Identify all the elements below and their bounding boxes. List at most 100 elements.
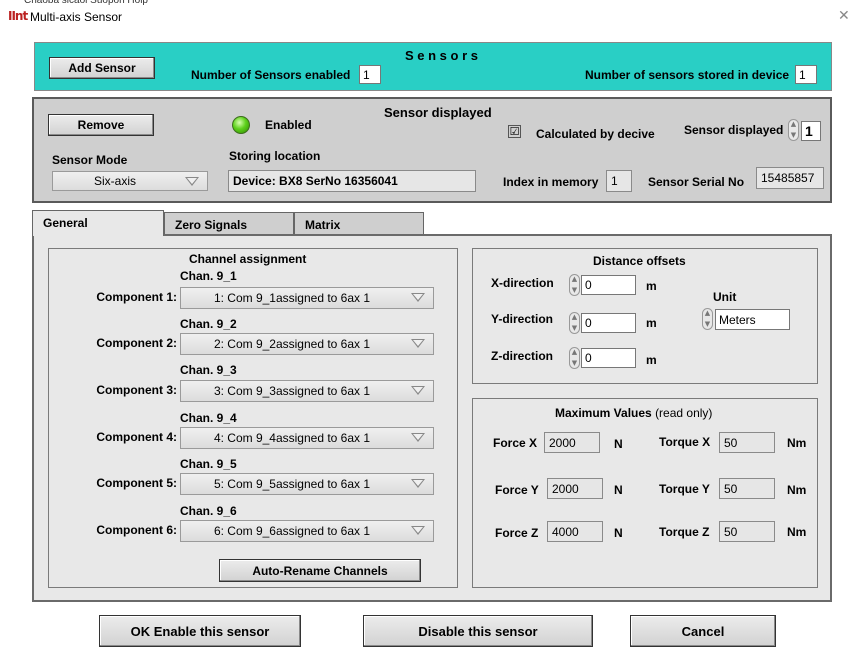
component-1-value: 1: Com 9_1assigned to 6ax 1 (213, 291, 371, 305)
sensors-enabled-label: Number of Sensors enabled (191, 68, 351, 82)
z-direction-input[interactable]: 0 (581, 348, 636, 368)
unit-input[interactable]: Meters (715, 309, 790, 330)
tab-matrix[interactable]: Matrix (294, 212, 424, 236)
cancel-button[interactable]: Cancel (630, 615, 776, 647)
sensor-mode-label: Sensor Mode (52, 153, 128, 167)
add-sensor-button[interactable]: Add Sensor (49, 57, 155, 79)
component-6-value: 6: Com 9_6assigned to 6ax 1 (213, 524, 371, 538)
component-5-label: Component 5: (96, 476, 177, 490)
channel-1-name: Chan. 9_1 (180, 269, 237, 283)
x-direction-unit: m (646, 279, 657, 293)
component-6-label: Component 6: (96, 523, 177, 537)
title-bar: Chaoba sicaoi Suopon Hoip IInt Multi-axi… (0, 0, 856, 36)
channel-5-name: Chan. 9_5 (180, 457, 237, 471)
tab-zero-signals[interactable]: Zero Signals (164, 212, 294, 236)
z-direction-spinner-icon[interactable]: ▲ ▼ (569, 347, 580, 369)
z-direction-label: Z-direction (491, 349, 553, 363)
menu-bar-fragment: Chaoba sicaoi Suopon Hoip (24, 0, 148, 6)
ok-enable-sensor-button[interactable]: OK Enable this sensor (99, 615, 301, 647)
component-2-dropdown[interactable]: 2: Com 9_2assigned to 6ax 1 (180, 333, 434, 355)
channel-3-name: Chan. 9_3 (180, 363, 237, 377)
component-2-label: Component 2: (96, 336, 177, 350)
force-y-value: 2000 (547, 478, 603, 499)
maximum-values-heading: Maximum Values (read only) (555, 406, 712, 420)
force-y-label: Force Y (495, 483, 539, 497)
component-6-dropdown[interactable]: 6: Com 9_6assigned to 6ax 1 (180, 520, 434, 542)
sensor-mode-dropdown[interactable]: Six-axis (52, 171, 208, 191)
z-direction-unit: m (646, 353, 657, 367)
x-direction-spinner-icon[interactable]: ▲ ▼ (569, 274, 580, 296)
sensor-displayed-panel: Sensor displayed Remove Enabled ☑ Calcul… (32, 97, 832, 203)
sensors-heading: S e n s o r s (405, 48, 478, 63)
force-z-label: Force Z (495, 526, 539, 540)
close-icon[interactable]: ✕ (838, 8, 850, 24)
y-direction-input[interactable]: 0 (581, 313, 636, 333)
tab-general[interactable]: General (32, 210, 164, 236)
component-1-label: Component 1: (96, 290, 177, 304)
channel-assignment-group: Channel assignment Chan. 9_1 Component 1… (48, 248, 458, 588)
component-4-label: Component 4: (96, 430, 177, 444)
sensor-serial-value: 15485857 (756, 167, 824, 189)
maximum-values-group: Maximum Values (read only) Force X 2000 … (472, 398, 818, 588)
chevron-down-icon (411, 339, 425, 348)
x-direction-label: X-direction (491, 276, 554, 290)
sensors-enabled-count: 1 (359, 65, 381, 84)
component-4-dropdown[interactable]: 4: Com 9_4assigned to 6ax 1 (180, 427, 434, 449)
torque-x-value: 50 (719, 432, 775, 453)
sensor-mode-value: Six-axis (93, 174, 136, 188)
y-direction-label: Y-direction (491, 312, 554, 326)
storing-location-value: Device: BX8 SerNo 16356041 (228, 170, 476, 192)
component-5-dropdown[interactable]: 5: Com 9_5assigned to 6ax 1 (180, 473, 434, 495)
sensor-displayed-selector-label: Sensor displayed (684, 123, 784, 137)
x-direction-input[interactable]: 0 (581, 275, 636, 295)
remove-button[interactable]: Remove (48, 114, 154, 136)
torque-z-unit: Nm (787, 525, 807, 539)
chevron-down-icon (411, 479, 425, 488)
calculated-label: Calculated by decive (536, 127, 655, 141)
sensor-displayed-heading: Sensor displayed (384, 105, 492, 120)
calculated-checkbox[interactable]: ☑ (508, 125, 521, 138)
chevron-down-icon (411, 433, 425, 442)
component-1-dropdown[interactable]: 1: Com 9_1assigned to 6ax 1 (180, 287, 434, 309)
sensors-stored-count: 1 (795, 65, 817, 84)
general-tab-panel: Channel assignment Chan. 9_1 Component 1… (32, 234, 832, 602)
torque-z-label: Torque Z (659, 525, 710, 539)
channel-2-name: Chan. 9_2 (180, 317, 237, 331)
maximum-values-title: Maximum Values (555, 406, 652, 420)
storing-location-label: Storing location (229, 149, 321, 163)
y-direction-unit: m (646, 316, 657, 330)
sensor-displayed-value[interactable]: 1 (801, 121, 821, 141)
force-z-value: 4000 (547, 521, 603, 542)
torque-x-label: Torque X (659, 435, 711, 449)
unit-spinner-icon[interactable]: ▲ ▼ (702, 308, 713, 330)
torque-y-unit: Nm (787, 483, 807, 497)
force-x-unit: N (614, 437, 623, 451)
torque-x-unit: Nm (787, 436, 807, 450)
torque-y-value: 50 (719, 478, 775, 499)
force-z-unit: N (614, 526, 623, 540)
unit-label: Unit (713, 290, 737, 304)
component-3-value: 3: Com 9_3assigned to 6ax 1 (213, 384, 371, 398)
maximum-values-note: (read only) (655, 406, 713, 420)
chevron-down-icon (411, 386, 425, 395)
channel-6-name: Chan. 9_6 (180, 504, 237, 518)
component-3-dropdown[interactable]: 3: Com 9_3assigned to 6ax 1 (180, 380, 434, 402)
auto-rename-channels-button[interactable]: Auto-Rename Channels (219, 559, 421, 582)
torque-z-value: 50 (719, 521, 775, 542)
chevron-down-icon (411, 526, 425, 535)
chevron-down-icon (185, 177, 199, 186)
channel-assignment-heading: Channel assignment (189, 252, 307, 266)
force-x-label: Force X (493, 436, 538, 450)
y-direction-spinner-icon[interactable]: ▲ ▼ (569, 312, 580, 334)
chevron-down-icon (411, 293, 425, 302)
sensor-displayed-spinner-icon[interactable]: ▲ ▼ (788, 119, 799, 141)
distance-offsets-group: Distance offsets X-direction ▲ ▼ 0 m Y-di… (472, 248, 818, 384)
disable-sensor-button[interactable]: Disable this sensor (363, 615, 593, 647)
channel-4-name: Chan. 9_4 (180, 411, 237, 425)
sensor-serial-label: Sensor Serial No (648, 175, 745, 189)
index-in-memory-label: Index in memory (503, 175, 599, 189)
enabled-led-icon (232, 116, 250, 134)
sensors-panel: S e n s o r s Add Sensor Number of Senso… (34, 42, 832, 91)
sensors-stored-label: Number of sensors stored in device (585, 68, 790, 82)
force-y-unit: N (614, 483, 623, 497)
